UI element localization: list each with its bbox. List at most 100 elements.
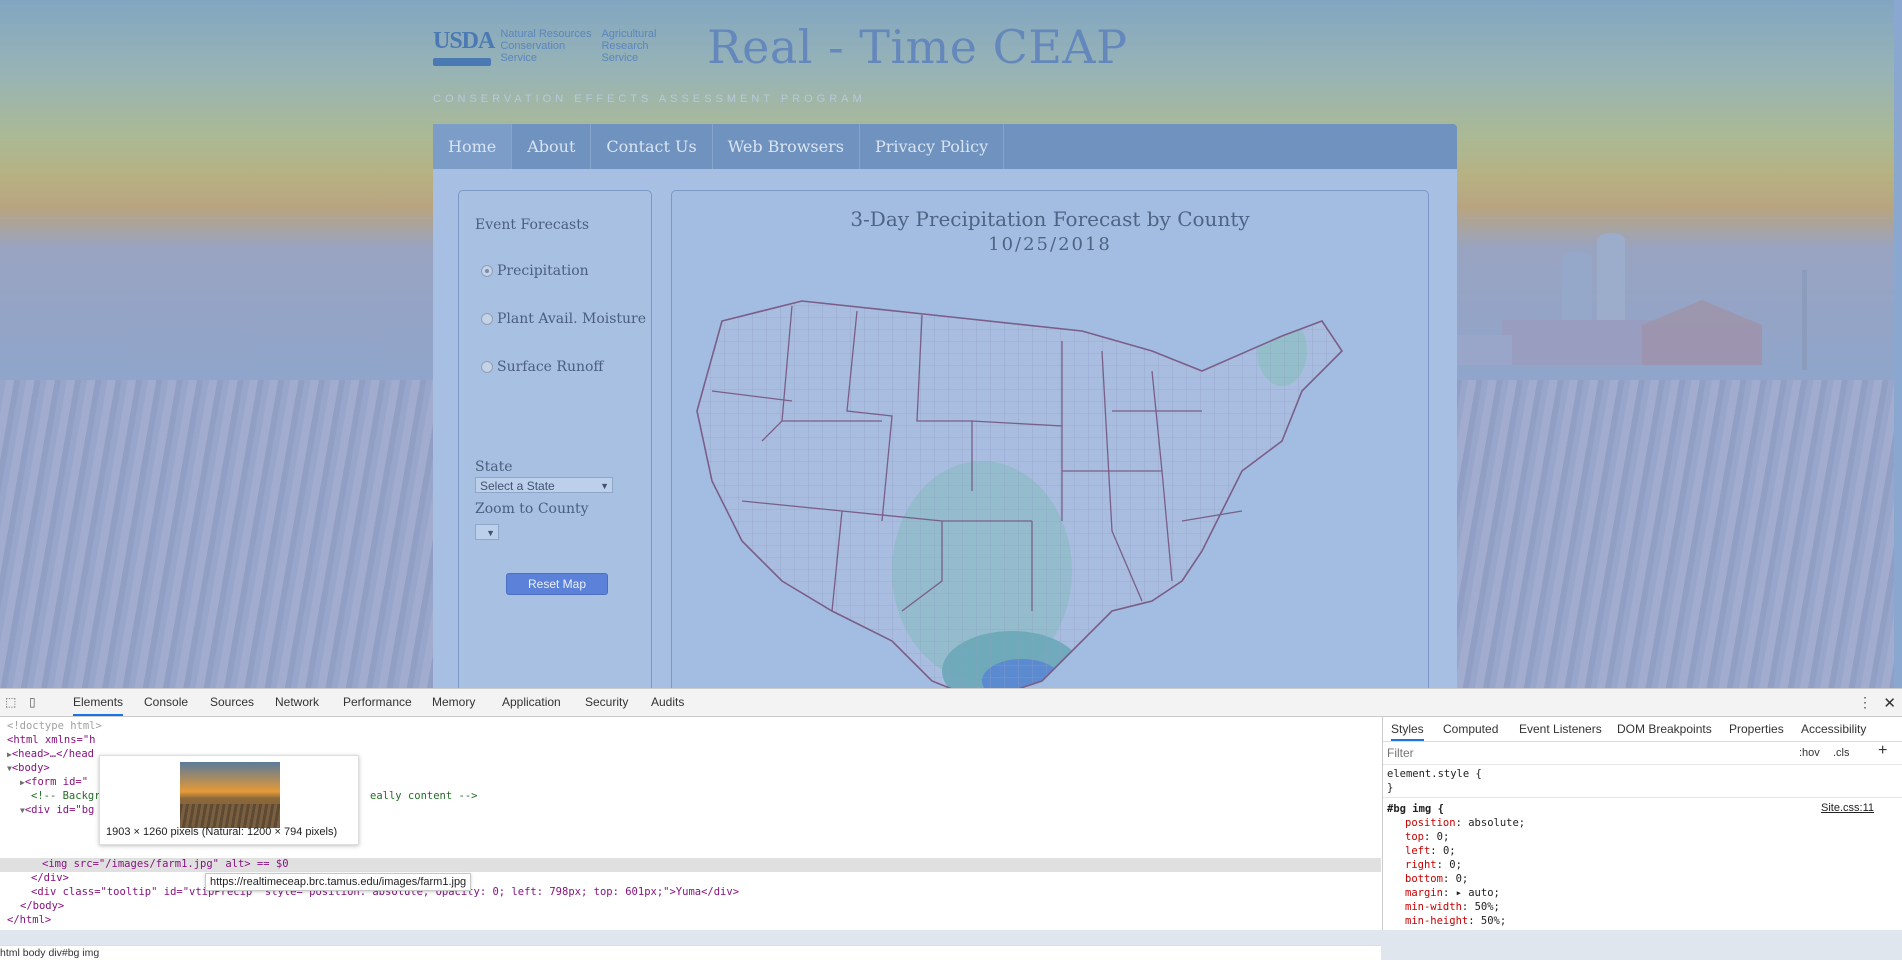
dom-node[interactable]: </div> [31, 872, 69, 885]
ars-line: Service [601, 52, 639, 64]
nrcs-line: Conservation [500, 40, 566, 52]
devtools-toolbar: ⬚ ▯ Elements Console Sources Network Per… [0, 689, 1902, 717]
page-scrollbar[interactable] [1894, 0, 1902, 688]
state-label: State [475, 459, 513, 475]
dom-node-selected[interactable]: <img src="/images/farm1.jpg" alt> == $0 [42, 858, 289, 871]
dom-node[interactable]: </html> [7, 914, 51, 927]
css-prop-name: position [1405, 817, 1456, 829]
radio-label: Surface Runoff [497, 359, 604, 375]
styles-filter-input[interactable]: Filter [1387, 744, 1790, 762]
dom-node[interactable]: <!doctype html> [7, 720, 102, 733]
map-title: 3-Day Precipitation Forecast by County [850, 207, 1250, 231]
dom-node-text: <head>…</head [11, 748, 95, 760]
elements-tree: <!doctype html> <html xmlns="h ▶<head>…<… [0, 717, 1381, 960]
reset-map-button[interactable]: Reset Map [506, 573, 608, 595]
css-property[interactable]: bottom: 0; [1405, 872, 1468, 886]
radio-plant-avail-moisture[interactable]: Plant Avail. Moisture [481, 311, 646, 327]
element-style-rule[interactable]: element.style { [1387, 767, 1482, 781]
css-prop-value: 0; [1455, 873, 1469, 885]
radio-button-icon[interactable] [481, 313, 493, 325]
nrcs-line: Natural Resources [500, 28, 592, 40]
dom-node[interactable]: <html xmlns="h [7, 734, 96, 747]
nav-privacy-policy[interactable]: Privacy Policy [860, 124, 1005, 169]
css-property[interactable]: top: 0; [1405, 830, 1449, 844]
tab-dom-breakpoints[interactable]: DOM Breakpoints [1617, 717, 1712, 741]
image-dimensions: 1903 × 1260 pixels (Natural: 1200 × 794 … [106, 826, 338, 838]
inspect-element-icon[interactable]: ⬚ [5, 696, 18, 708]
dom-node[interactable]: ▶<form id=" [20, 776, 88, 789]
nav-home[interactable]: Home [433, 124, 513, 169]
tab-memory[interactable]: Memory [432, 689, 475, 716]
tab-elements[interactable]: Elements [73, 689, 124, 716]
state-select[interactable]: Select a State ▼ [475, 477, 613, 493]
ars-line: Agricultural [601, 28, 657, 40]
tab-accessibility[interactable]: Accessibility [1801, 717, 1866, 741]
css-rule-selector[interactable]: #bg img { [1387, 802, 1444, 816]
divider [1383, 764, 1902, 765]
radio-surface-runoff[interactable]: Surface Runoff [481, 359, 603, 375]
css-property[interactable]: right: 0; [1405, 858, 1462, 872]
css-prop-name: min-width [1405, 901, 1462, 913]
tab-security[interactable]: Security [585, 689, 628, 716]
device-toolbar-icon[interactable]: ▯ [29, 696, 42, 708]
css-property[interactable]: position: absolute; [1405, 816, 1525, 830]
tab-properties[interactable]: Properties [1729, 717, 1784, 741]
dom-node-text: <form id=" [24, 776, 89, 788]
css-prop-value: 0; [1442, 845, 1456, 857]
tab-computed[interactable]: Computed [1443, 717, 1498, 741]
us-county-map[interactable] [682, 281, 1402, 688]
divider [1383, 797, 1902, 798]
dom-comment[interactable]: <!-- Backgr [31, 790, 101, 803]
radio-button-icon[interactable] [481, 265, 493, 277]
tab-styles[interactable]: Styles [1391, 717, 1424, 741]
chevron-down-icon: ▼ [486, 528, 495, 538]
tab-sources[interactable]: Sources [210, 689, 254, 716]
usda-wordmark: USDA [433, 28, 495, 66]
image-thumbnail [180, 762, 280, 828]
usda-logo[interactable]: USDA Natural Resources Conservation Serv… [433, 28, 657, 66]
radio-precipitation[interactable]: Precipitation [481, 263, 589, 279]
county-select[interactable]: ▼ [475, 524, 499, 540]
dom-node[interactable]: ▼<body> [7, 762, 50, 775]
tab-application[interactable]: Application [502, 689, 561, 716]
css-prop-name: min-height [1405, 915, 1469, 927]
class-toggle[interactable]: .cls [1833, 744, 1850, 762]
nav-about[interactable]: About [512, 124, 592, 169]
css-property[interactable]: min-height: 50%; [1405, 914, 1506, 928]
css-prop-name: right [1405, 859, 1437, 871]
hover-state-toggle[interactable]: :hov [1799, 744, 1820, 762]
tab-event-listeners[interactable]: Event Listeners [1519, 717, 1602, 741]
new-rule-icon[interactable]: + [1878, 742, 1887, 760]
css-property[interactable]: margin: ▸ auto; [1405, 886, 1500, 900]
dom-node[interactable]: </body> [20, 900, 64, 913]
css-source-link[interactable]: Site.css:11 [1821, 802, 1874, 814]
dom-comment[interactable]: eally content --> [370, 790, 477, 803]
radio-button-icon[interactable] [481, 361, 493, 373]
nav-contact-us[interactable]: Contact Us [591, 124, 713, 169]
event-forecasts-heading: Event Forecasts [475, 217, 590, 233]
tab-console[interactable]: Console [144, 689, 188, 716]
css-prop-value: ▸ auto; [1455, 887, 1500, 899]
tab-network[interactable]: Network [275, 689, 319, 716]
css-prop-name: top [1405, 831, 1424, 843]
nav-web-browsers[interactable]: Web Browsers [713, 124, 860, 169]
css-prop-value: 0; [1436, 831, 1450, 843]
rule-close-brace: } [1387, 782, 1394, 794]
close-icon[interactable]: ✕ [1883, 694, 1896, 712]
tab-audits[interactable]: Audits [651, 689, 684, 716]
radio-label: Plant Avail. Moisture [497, 311, 647, 327]
nrcs-label: Natural Resources Conservation Service [500, 28, 591, 64]
styles-tabs: Styles Computed Event Listeners DOM Brea… [1383, 717, 1902, 742]
css-property[interactable]: min-width: 50%; [1405, 900, 1500, 914]
dom-node[interactable]: ▼<div id="bg [20, 804, 94, 817]
chevron-down-icon: ▼ [600, 481, 609, 491]
css-property[interactable]: left: 0; [1405, 844, 1456, 858]
dom-node[interactable]: ▶<head>…</head [7, 748, 94, 761]
url-tooltip: https://realtimeceap.brc.tamus.edu/image… [205, 873, 472, 891]
tab-performance[interactable]: Performance [343, 689, 412, 716]
more-options-icon[interactable]: ⋮ [1858, 694, 1872, 711]
main-content: Event Forecasts Precipitation Plant Avai… [433, 169, 1457, 688]
css-prop-value: 50%; [1480, 915, 1507, 927]
breadcrumb[interactable]: html body div#bg img [0, 945, 1381, 960]
main-nav: Home About Contact Us Web Browsers Priva… [433, 124, 1457, 169]
